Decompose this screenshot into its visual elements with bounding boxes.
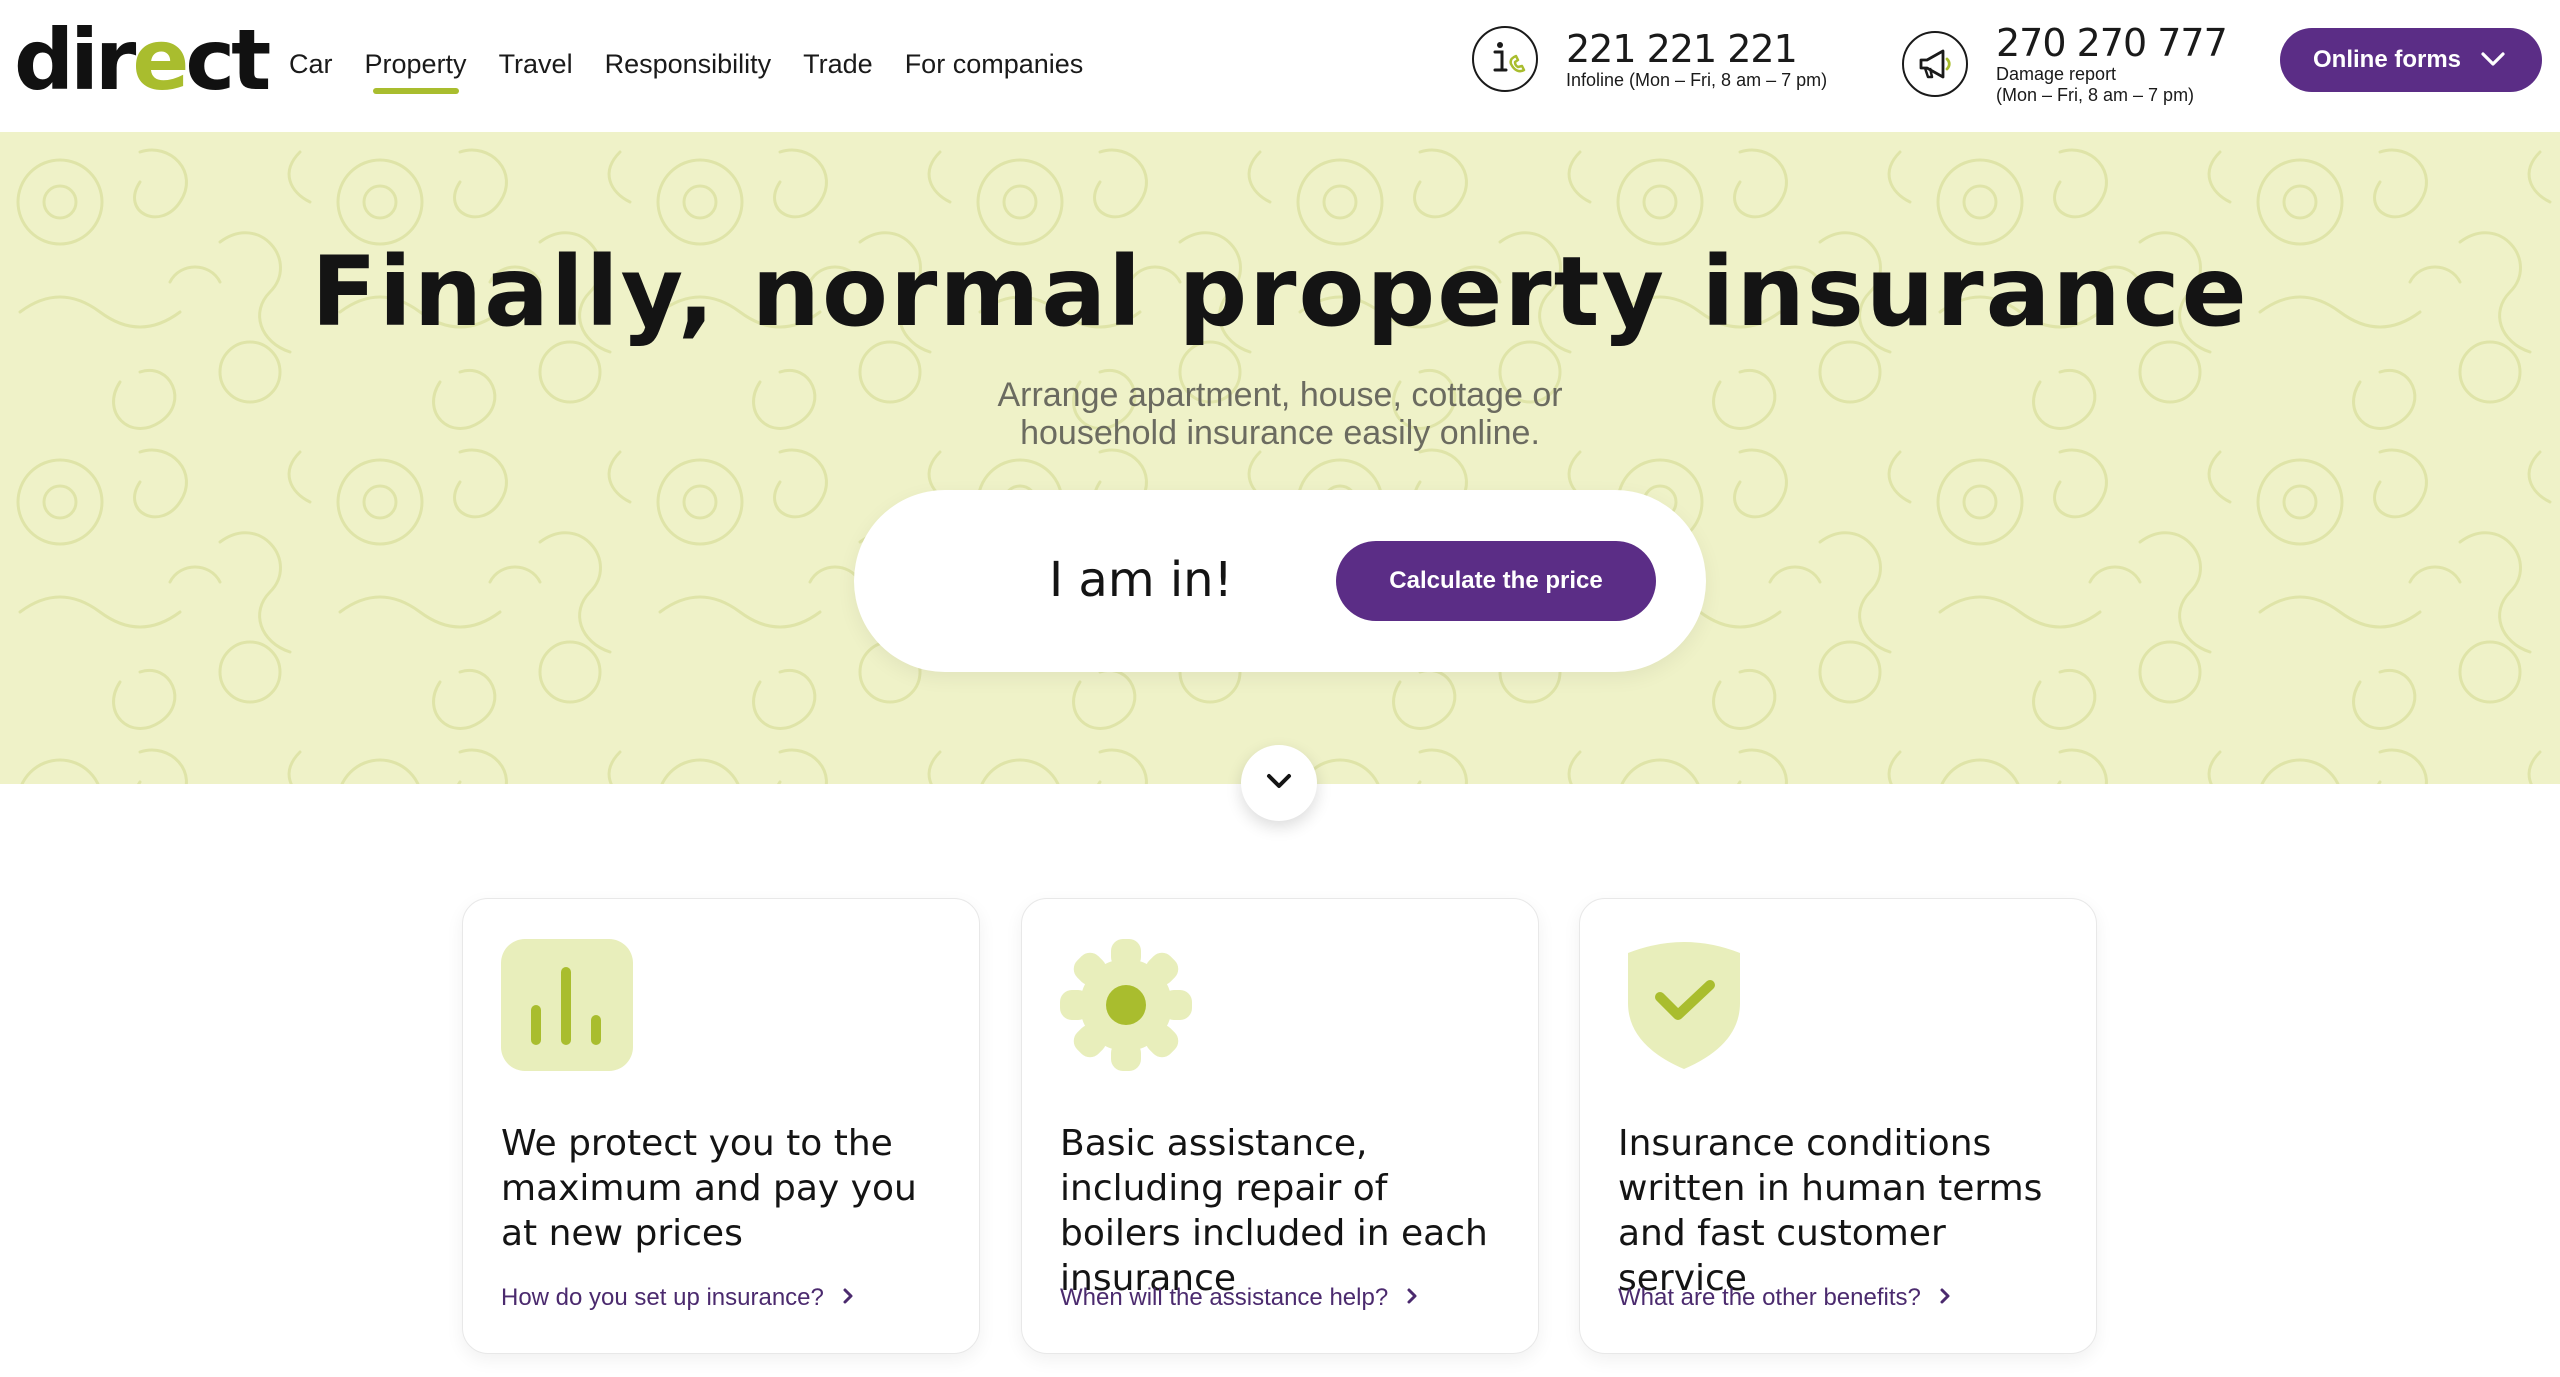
damage-report-hours: (Mon – Fri, 8 am – 7 pm) <box>1996 85 2195 105</box>
logo-text-suffix: ct <box>185 11 271 109</box>
benefit-card: We protect you to the maximum and pay yo… <box>462 898 980 1354</box>
nav-item-car[interactable]: Car <box>289 44 333 84</box>
benefit-card-title: Basic assistance, including repair of bo… <box>1060 1123 1488 1299</box>
damage-report-contact[interactable]: 270 270 777 Damage report (Mon – Fri, 8 … <box>1902 21 2228 106</box>
scroll-down-button[interactable] <box>1241 745 1317 821</box>
calculate-price-button[interactable]: Calculate the price <box>1336 541 1656 621</box>
logo-text-prefix: dir <box>14 11 136 109</box>
nav-item-travel[interactable]: Travel <box>499 44 573 84</box>
benefit-card-title: Insurance conditions written in human te… <box>1618 1123 2043 1299</box>
gear-icon <box>1060 939 1192 1071</box>
cta-text: I am in! <box>1049 552 1233 608</box>
megaphone-icon <box>1902 31 1968 97</box>
damage-report-number: 270 270 777 <box>1996 21 2228 65</box>
chevron-right-icon <box>842 1283 854 1313</box>
shield-check-icon <box>1618 939 1750 1071</box>
benefit-card: Insurance conditions written in human te… <box>1579 898 2097 1354</box>
benefit-card-link[interactable]: How do you set up insurance? <box>501 1283 854 1313</box>
chevron-down-icon <box>1265 772 1293 795</box>
hero-title: Finally, normal property insurance <box>311 236 2249 348</box>
logo-text-accent: e <box>132 11 189 109</box>
benefit-card-link-label: How do you set up insurance? <box>501 1284 824 1311</box>
infoline-hours: Infoline (Mon – Fri, 8 am – 7 pm) <box>1566 69 1828 90</box>
infoline-number: 221 221 221 <box>1566 26 1798 71</box>
benefit-card-link[interactable]: When will the assistance help? <box>1060 1283 1418 1313</box>
nav-item-trade[interactable]: Trade <box>803 44 873 84</box>
benefit-card-link-label: When will the assistance help? <box>1060 1284 1389 1311</box>
nav-item-property[interactable]: Property <box>365 44 467 94</box>
site-header: dir e ct Car Property Travel Responsibilit… <box>0 0 2560 132</box>
benefit-card-link-label: What are the other benefits? <box>1618 1284 1921 1311</box>
hero-subtitle: Arrange apartment, house, cottage or hou… <box>0 376 2560 452</box>
benefit-card-link[interactable]: What are the other benefits? <box>1618 1283 1951 1313</box>
benefit-card-title: We protect you to the maximum and pay yo… <box>501 1123 917 1254</box>
hero-subtitle-line-2: household insurance easily online. <box>1020 414 1540 452</box>
nav-item-responsibility[interactable]: Responsibility <box>605 44 772 84</box>
chevron-right-icon <box>1406 1283 1418 1313</box>
hero-subtitle-line-1: Arrange apartment, house, cottage or <box>997 376 1563 414</box>
nav-item-for-companies[interactable]: For companies <box>905 44 1084 84</box>
damage-report-text: 270 270 777 Damage report (Mon – Fri, 8 … <box>1996 21 2228 106</box>
benefit-cards: We protect you to the maximum and pay yo… <box>462 898 2098 1354</box>
cta-box: I am in! Calculate the price <box>854 490 1706 672</box>
benefit-card: Basic assistance, including repair of bo… <box>1021 898 1539 1354</box>
info-phone-icon <box>1472 26 1538 92</box>
hero-section: Finally, normal property insurance Arran… <box>0 132 2560 784</box>
infoline-contact[interactable]: 221 221 221 Infoline (Mon – Fri, 8 am – … <box>1472 26 1827 92</box>
damage-report-label: Damage report <box>1996 64 2117 84</box>
squiggle-background-pattern <box>0 132 2560 784</box>
main-nav: Car Property Travel Responsibility Trade… <box>289 44 1084 94</box>
chevron-down-icon <box>2480 46 2506 74</box>
chevron-right-icon <box>1939 1283 1951 1313</box>
direct-logo[interactable]: dir e ct <box>14 11 271 109</box>
bar-chart-icon <box>501 939 633 1071</box>
online-forms-button[interactable]: Online forms <box>2280 28 2542 92</box>
online-forms-label: Online forms <box>2313 46 2462 73</box>
infoline-text: 221 221 221 Infoline (Mon – Fri, 8 am – … <box>1566 28 1827 91</box>
